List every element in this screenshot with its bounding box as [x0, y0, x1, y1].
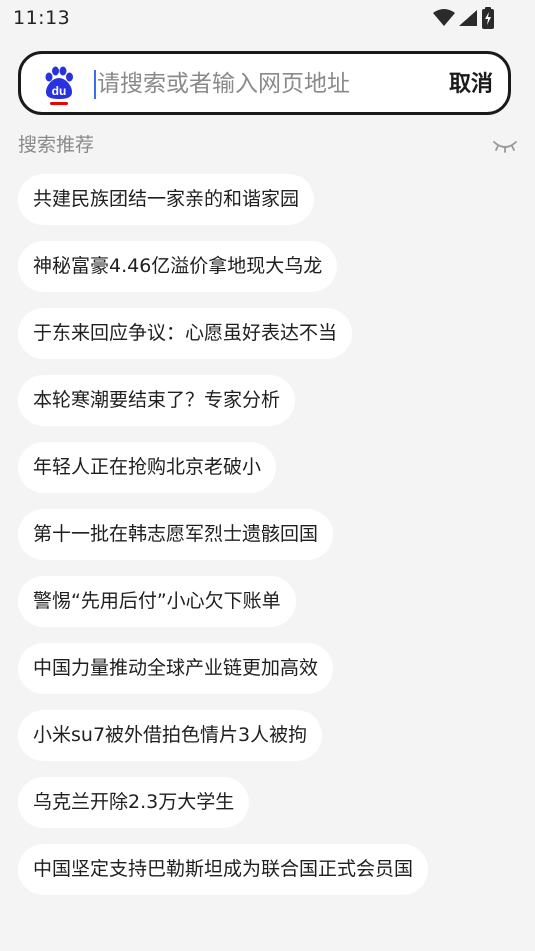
eye-closed-icon[interactable]	[492, 135, 518, 155]
status-bar: 11:13	[0, 0, 535, 38]
wifi-icon	[433, 9, 455, 26]
search-input[interactable]	[97, 67, 437, 101]
recommendation-item[interactable]: 中国坚定支持巴勒斯坦成为联合国正式会员国	[18, 844, 429, 895]
recommendations-header: 搜索推荐	[18, 131, 518, 159]
recommendation-item[interactable]: 共建民族团结一家亲的和谐家园	[18, 174, 315, 225]
recommendation-list: 共建民族团结一家亲的和谐家园 神秘富豪4.46亿溢价拿地现大乌龙 于东来回应争议…	[18, 174, 518, 911]
cancel-button[interactable]: 取消	[449, 70, 493, 100]
svg-text:du: du	[52, 84, 67, 98]
search-box[interactable]: du 取消	[18, 51, 511, 115]
recommendation-item[interactable]: 中国力量推动全球产业链更加高效	[18, 643, 334, 694]
recommendation-item[interactable]: 神秘富豪4.46亿溢价拿地现大乌龙	[18, 241, 338, 292]
baidu-logo-icon: du	[45, 66, 73, 105]
recommendation-item[interactable]: 小米su7被外借拍色情片3人被拘	[18, 710, 323, 761]
status-time: 11:13	[13, 7, 71, 29]
recommendation-item[interactable]: 年轻人正在抢购北京老破小	[18, 442, 277, 493]
battery-charging-icon	[482, 7, 494, 29]
recommendation-item[interactable]: 于东来回应争议：心愿虽好表达不当	[18, 308, 353, 359]
text-cursor	[94, 70, 96, 99]
recommendation-item[interactable]: 本轮寒潮要结束了？专家分析	[18, 375, 296, 426]
recommendations-title: 搜索推荐	[18, 134, 95, 156]
cellular-signal-icon	[459, 10, 477, 26]
recommendation-item[interactable]: 乌克兰开除2.3万大学生	[18, 777, 250, 828]
recommendation-item[interactable]: 警惕“先用后付”小心欠下账单	[18, 576, 296, 627]
status-icons	[433, 7, 495, 29]
recommendation-item[interactable]: 第十一批在韩志愿军烈士遗骸回国	[18, 509, 334, 560]
